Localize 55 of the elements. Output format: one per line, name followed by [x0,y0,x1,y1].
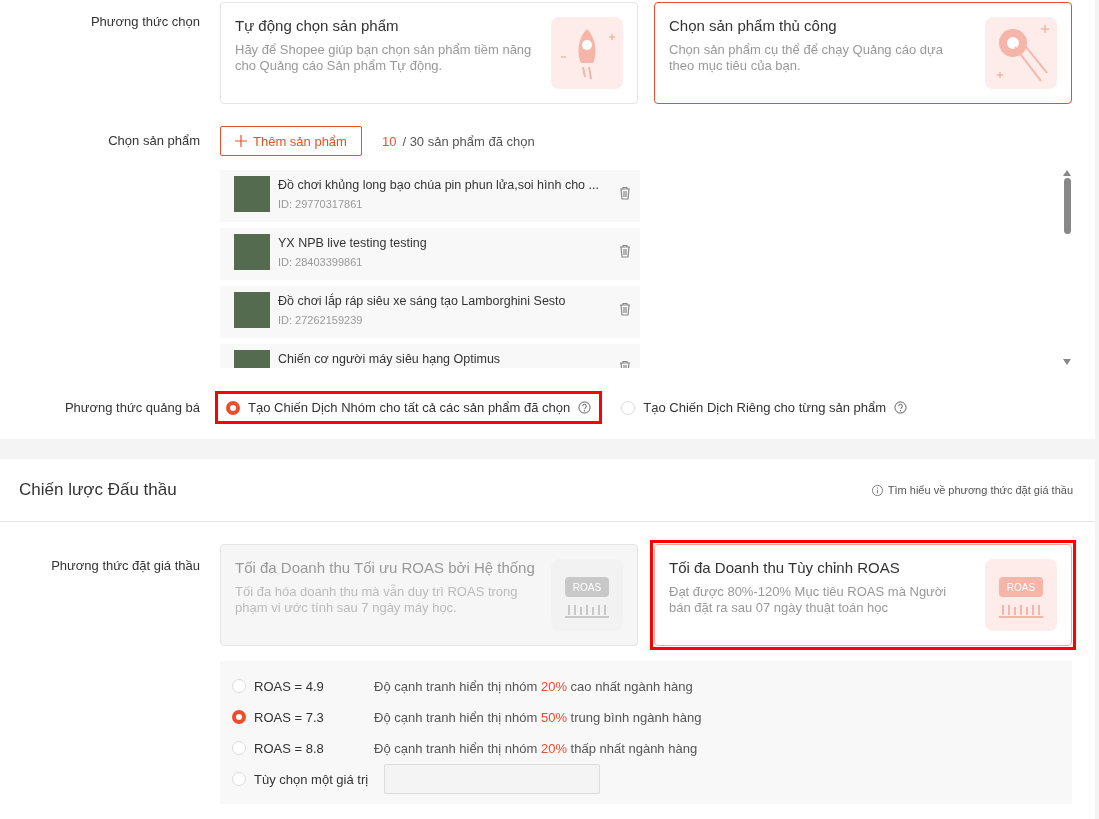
help-icon[interactable] [578,401,592,414]
add-product-button[interactable]: Thêm sản phẩm [220,126,362,156]
card-title: Chọn sản phẩm thủ công [669,17,838,34]
card-description: Đạt được 80%-120% Mục tiêu ROAS mà Người bán đặt ra sau 07 ngày thuật toán học [669,584,948,616]
roas-chart-icon: ROAS [985,559,1057,631]
radio-button[interactable] [232,710,246,724]
field-label: Phương thức đặt giá thầu [50,558,200,575]
rocket-icon [551,17,623,89]
section-title: Chiến lược Đấu thầu [19,480,177,500]
info-icon [870,483,884,497]
roas-description: Độ cạnh tranh hiển thị nhóm 20% thấp nhất ngành hàng [374,740,698,756]
photo-placeholder [234,176,270,212]
product-name: YX NPB live testing testing [278,235,428,252]
help-icon[interactable] [894,401,908,414]
option-card[interactable]: Chọn sản phẩm thủ công Chọn sản phẩm cụ thể để chạy Quảng cáo dựa theo mục tiêu của bạn. [654,2,1072,104]
roas-description: Độ cạnh tranh hiển thị nhóm 50% trung bình ngành hàng [374,709,702,725]
help-link[interactable]: Tìm hiểu về phương thức đặt giá thầu [887,484,1073,496]
photo-placeholder [234,292,270,328]
radio-button[interactable] [226,400,240,415]
photo-placeholder [234,234,270,270]
selected-count: 10 [381,133,397,149]
field-label: Phương thức quảng bá [63,400,200,415]
scroll-up-icon[interactable] [1063,170,1071,176]
scrollbar-thumb[interactable] [1063,178,1071,234]
product-id: ID: 27262159239 [278,313,364,327]
field-label: Chọn sản phẩm [107,133,200,150]
product-name: Chiến cơ người máy siêu hạng Optimus [278,351,502,368]
trash-icon[interactable] [618,302,632,316]
card-description: Chọn sản phẩm cụ thể để chạy Quảng cáo dựa theo mục tiêu của bạn. [669,42,944,74]
trash-icon[interactable] [618,244,632,258]
plus-icon [235,135,247,147]
product-name: Đồ chơi khủng long bạo chúa pin phun lửa,soi hình cho ... [278,177,600,194]
radio-label[interactable]: Tạo Chiến Dịch Riêng cho từng sản phẩm [643,400,887,415]
count-label: / 30 sản phẩm đã chọn [402,133,535,149]
product-id: ID: 28403399861 [278,255,364,269]
card-title: Tối đa Doanh thu Tùy chỉnh ROAS [669,559,901,576]
radio-label[interactable]: ROAS = 4.9 [254,678,374,694]
radio-label[interactable]: Tùy chọn một giá trị [254,771,369,787]
card-title: Tự động chọn sản phẩm [235,17,400,34]
radio-label[interactable]: Tạo Chiến Dịch Nhóm cho tất cả các sản phẩm đã chọn [248,400,571,415]
roas-input-field[interactable] [384,764,601,794]
radio-label[interactable]: ROAS = 7.3 [254,709,374,725]
option-card[interactable]: Tối đa Doanh thu Tùy chỉnh ROAS Đạt được 80%-120% Mục tiêu ROAS mà Người bán đặt ra sau 07 ngày thuật toán học ROAS [654,544,1072,646]
roas-description: Độ cạnh tranh hiển thị nhóm 20% cao nhất ngành hàng [374,678,693,694]
radio-label[interactable]: ROAS = 8.8 [254,740,374,756]
product-name: Đồ chơi lắp ráp siêu xe sáng tạo Lamborghini Sesto [278,292,567,310]
card-description: Hãy để Shopee giúp bạn chọn sản phẩm tiềm năng cho Quảng cáo Sản phẩm Tự động. [235,42,533,74]
card-description: Tối đa hóa doanh thu mà vẫn duy trì ROAS trong phạm vi ước tính sau 7 ngày máy học. [235,584,519,616]
field-label: Phương thức chọn [89,14,200,31]
scroll-down-icon[interactable] [1063,359,1071,365]
card-title: Tối đa Doanh thu Tối ưu ROAS bởi Hệ thống [235,559,535,576]
option-card[interactable]: Tự động chọn sản phẩm Hãy để Shopee giúp bạn chọn sản phẩm tiềm năng cho Quảng cáo Sản phẩm Tự động. [220,2,638,104]
product-id: ID: 29770317861 [278,197,364,211]
scrollbar[interactable] [1062,170,1072,365]
trash-icon[interactable] [618,186,632,200]
